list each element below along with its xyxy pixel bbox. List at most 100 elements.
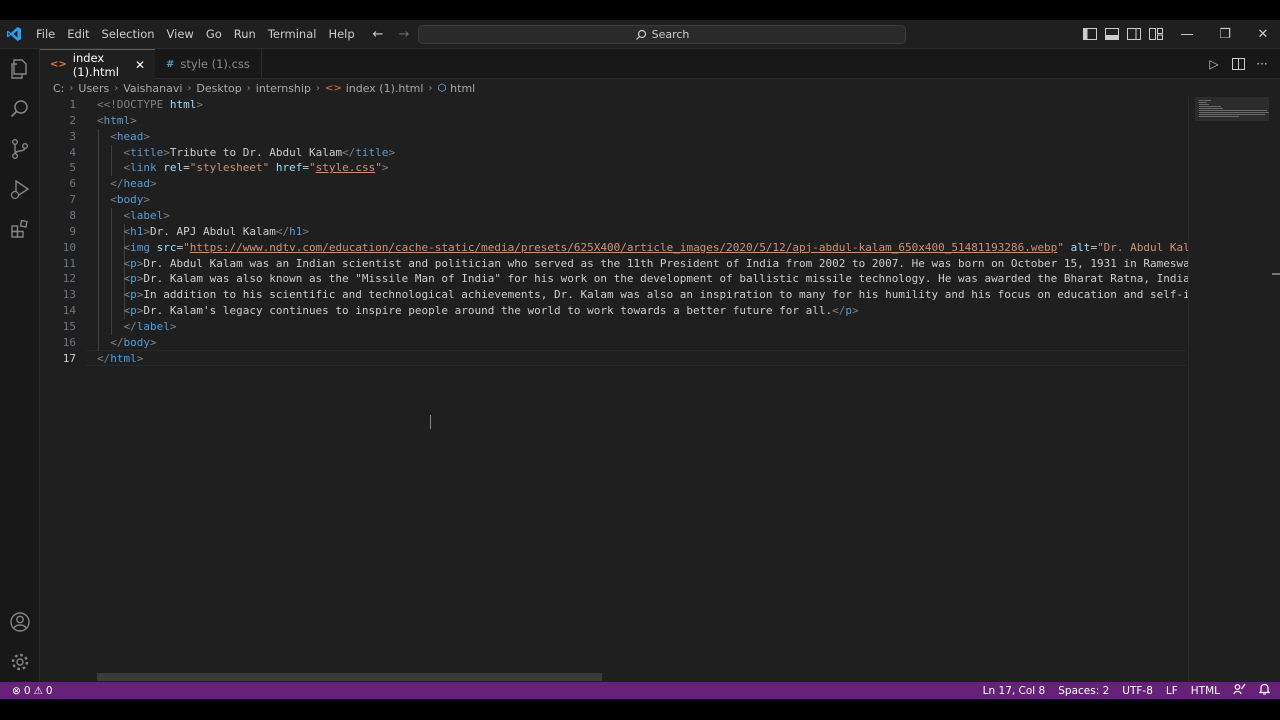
menu-help[interactable]: Help: [322, 20, 360, 49]
accounts-icon[interactable]: [8, 610, 32, 634]
code-editor[interactable]: 1 2 3 4 5 6 7 8 9 10 11 12 13 14 15 16 1…: [40, 97, 1188, 682]
scrollbar-position-marker: [1272, 273, 1280, 275]
html-file-icon: <>: [50, 59, 67, 70]
line-number: 2: [69, 113, 76, 127]
breadcrumb-internship[interactable]: internship: [256, 82, 311, 95]
toggle-panel-icon[interactable]: [1104, 26, 1120, 42]
code-line-12: <p>Dr. Kalam was also known as the "Miss…: [97, 271, 1189, 287]
line-number: 7: [69, 193, 76, 207]
minimap-line: [1199, 108, 1223, 109]
close-tab-icon[interactable]: ✕: [135, 58, 145, 72]
alt-value: "Dr. Abdul Kalam": [1097, 240, 1188, 254]
code-line-1: <<!DOCTYPE html>: [97, 98, 203, 111]
menu-edit[interactable]: Edit: [61, 20, 95, 49]
paragraph-text: In addition to his scientific and techno…: [143, 288, 1188, 302]
search-view-icon[interactable]: [8, 97, 32, 121]
close-window-icon[interactable]: ✕: [1244, 20, 1280, 49]
code-line-9: <h1>Dr. APJ Abdul Kalam</h1>: [123, 224, 309, 238]
breadcrumb-drive[interactable]: C:: [53, 82, 64, 95]
breadcrumb-users[interactable]: Users: [78, 82, 109, 95]
breadcrumb-file[interactable]: index (1).html: [346, 82, 424, 95]
code-line-11: <p>Dr. Abdul Kalam was an Indian scienti…: [97, 256, 1189, 272]
notifications-bell-icon[interactable]: [1258, 683, 1271, 698]
error-count: 0: [23, 684, 31, 697]
chevron-right-icon: ›: [428, 82, 433, 94]
command-center-search[interactable]: Search: [418, 25, 906, 44]
menu-view[interactable]: View: [161, 20, 200, 49]
minimap[interactable]: [1188, 97, 1280, 682]
forward-arrow-icon[interactable]: →: [396, 26, 412, 42]
tab-label: index (1).html: [72, 50, 119, 79]
breadcrumb-desktop[interactable]: Desktop: [196, 82, 241, 95]
code-line-17: </html>: [97, 351, 144, 365]
toggle-primary-sidebar-icon[interactable]: [1082, 26, 1098, 42]
code-line-4: <title>Tribute to Dr. Abdul Kalam</title…: [123, 145, 396, 159]
minimize-icon[interactable]: —: [1168, 20, 1206, 49]
warning-icon: ⚠: [33, 684, 43, 697]
paragraph-text: Dr. Kalam was also known as the "Missile…: [143, 272, 1188, 286]
doctype-keyword: <!DOCTYPE: [103, 98, 164, 111]
line-number: 6: [69, 177, 76, 191]
line-number: 1: [69, 98, 76, 111]
image-src-link[interactable]: https://www.ndtv.com/education/cache-sta…: [190, 241, 1058, 254]
breadcrumb-symbol[interactable]: html: [450, 82, 475, 95]
file-encoding[interactable]: UTF-8: [1122, 685, 1153, 697]
menu-selection[interactable]: Selection: [96, 20, 161, 49]
customize-layout-icon[interactable]: [1148, 26, 1164, 42]
title-bar: File Edit Selection View Go Run Terminal…: [0, 20, 1280, 49]
line-number: 11: [62, 256, 76, 270]
paragraph-text: Dr. Kalam's legacy continues to inspire …: [143, 304, 833, 318]
window-controls: — ❐ ✕: [1168, 20, 1280, 49]
feedback-icon[interactable]: [1233, 683, 1246, 698]
stylesheet-link[interactable]: style.css: [316, 161, 376, 174]
menu-run[interactable]: Run: [228, 20, 262, 49]
extensions-icon[interactable]: [8, 217, 32, 241]
css-file-icon: #: [166, 58, 175, 70]
search-placeholder: Search: [651, 28, 690, 41]
back-arrow-icon[interactable]: ←: [370, 26, 386, 42]
breadcrumb-vaishanavi[interactable]: Vaishanavi: [123, 82, 182, 95]
rel-value: "stylesheet": [189, 161, 270, 175]
title-text: Tribute to Dr. Abdul Kalam: [169, 145, 343, 159]
layout-controls: [1082, 26, 1164, 42]
line-number: 8: [69, 208, 76, 222]
editor-actions: ▷ ···: [1206, 56, 1270, 72]
h1-text: Dr. APJ Abdul Kalam: [150, 224, 276, 238]
doctype-value: html: [169, 98, 197, 111]
menu-go[interactable]: Go: [200, 20, 228, 49]
run-and-debug-icon[interactable]: [8, 177, 32, 201]
language-mode[interactable]: HTML: [1191, 685, 1220, 697]
minimap-line: [1199, 100, 1211, 101]
restore-icon[interactable]: ❐: [1206, 20, 1244, 49]
menu-terminal[interactable]: Terminal: [262, 20, 323, 49]
horizontal-scrollbar[interactable]: [97, 673, 602, 681]
line-number: 10: [62, 240, 76, 254]
tab-index-html[interactable]: <> index (1).html ✕: [40, 49, 155, 79]
line-number: 12: [62, 272, 76, 286]
line-number-gutter: 1 2 3 4 5 6 7 8 9 10 11 12 13 14 15 16 1…: [40, 97, 86, 682]
code-line-14: <p>Dr. Kalam's legacy continues to inspi…: [123, 304, 859, 318]
minimap-line: [1199, 102, 1207, 103]
more-actions-icon[interactable]: ···: [1254, 56, 1270, 72]
indentation[interactable]: Spaces: 2: [1058, 685, 1109, 697]
vscode-logo-icon[interactable]: [6, 26, 22, 42]
code-area[interactable]: <<!DOCTYPE html> <html> <head> <title>Tr…: [97, 97, 1188, 682]
minimap-line: [1199, 110, 1267, 111]
menu-file[interactable]: File: [30, 20, 61, 49]
source-control-icon[interactable]: [8, 137, 32, 161]
tab-style-css[interactable]: # style (1).css: [156, 49, 262, 79]
paragraph-text: Dr. Abdul Kalam was an Indian scientist …: [143, 256, 1188, 270]
toggle-secondary-sidebar-icon[interactable]: [1126, 26, 1142, 42]
end-of-line[interactable]: LF: [1166, 685, 1178, 697]
line-number: 4: [69, 145, 76, 159]
problems-indicator[interactable]: ⊗ 0 ⚠ 0: [12, 682, 53, 699]
minimap-line: [1199, 116, 1239, 117]
manage-gear-icon[interactable]: [8, 650, 32, 674]
run-code-icon[interactable]: ▷: [1206, 56, 1222, 72]
explorer-icon[interactable]: [8, 57, 32, 81]
cursor-position[interactable]: Ln 17, Col 8: [983, 685, 1046, 697]
chevron-right-icon: ›: [246, 82, 251, 94]
split-editor-icon[interactable]: [1230, 56, 1246, 72]
code-line-2: <html>: [97, 113, 137, 127]
html-file-icon: <>: [324, 82, 342, 94]
